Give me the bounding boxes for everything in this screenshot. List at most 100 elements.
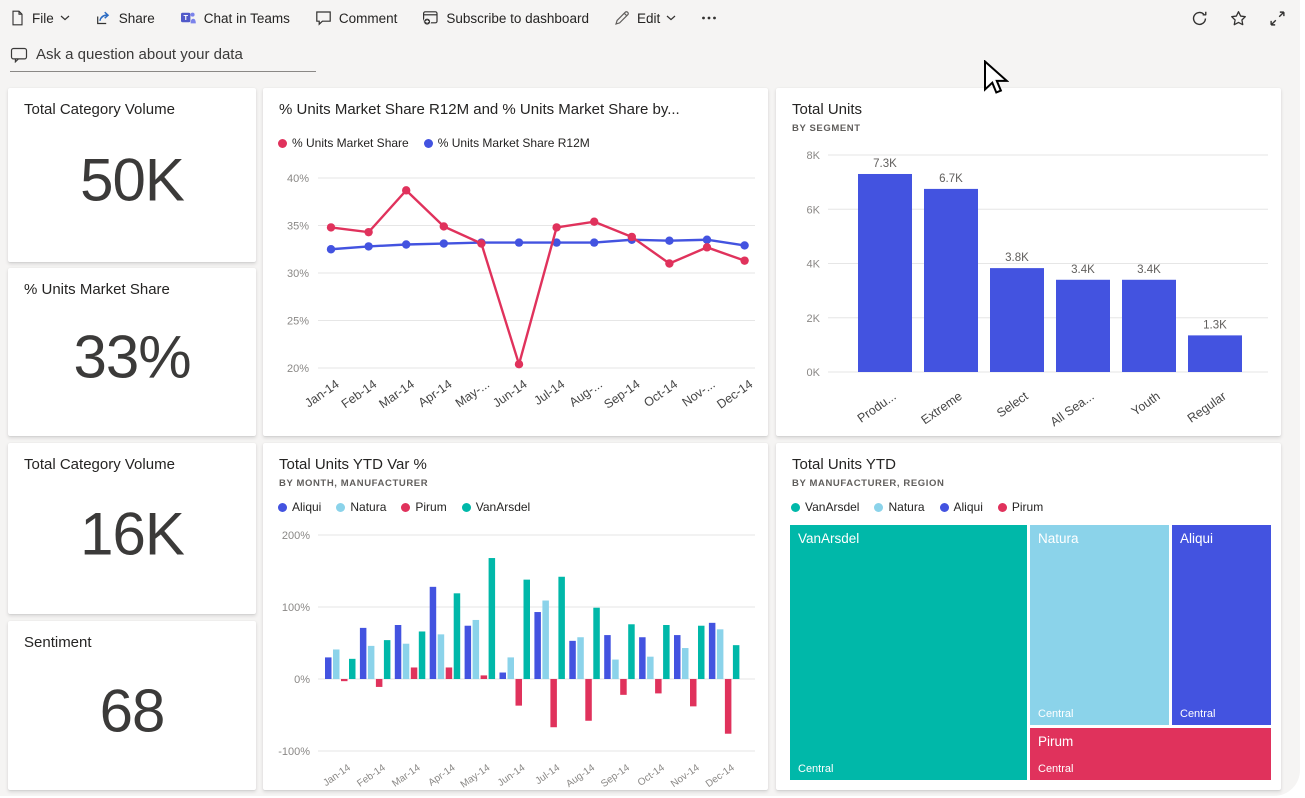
- subscribe-icon: [422, 10, 439, 26]
- grouped-column-chart[interactable]: -100%0%100%200%Jan-14Feb-14Mar-14Apr-14M…: [263, 521, 768, 790]
- treemap-region-label: Central: [1180, 708, 1215, 720]
- chat-in-teams-button[interactable]: T Chat in Teams: [180, 10, 290, 26]
- svg-text:200%: 200%: [282, 530, 310, 542]
- favorite-star-button[interactable]: [1230, 10, 1247, 27]
- treemap-block-label: Aliqui: [1180, 531, 1213, 546]
- svg-text:Produ...: Produ...: [855, 389, 899, 426]
- share-button[interactable]: Share: [95, 10, 155, 26]
- svg-text:6K: 6K: [807, 204, 821, 216]
- subscribe-label: Subscribe to dashboard: [446, 11, 589, 26]
- subscribe-button[interactable]: Subscribe to dashboard: [422, 10, 589, 26]
- svg-text:8K: 8K: [807, 150, 821, 162]
- legend-item-natura[interactable]: Natura: [336, 500, 386, 514]
- treemap-block-natura[interactable]: NaturaCentral: [1029, 524, 1170, 726]
- share-icon: [95, 10, 112, 26]
- svg-text:Nov-14: Nov-14: [669, 762, 702, 790]
- kpi-value: 33%: [8, 323, 256, 392]
- chart-title: Total Units: [792, 101, 862, 118]
- legend-label: VanArsdel: [476, 500, 530, 514]
- legend-item-vanarsdel[interactable]: VanArsdel: [791, 500, 859, 514]
- legend-item-pirum[interactable]: Pirum: [401, 500, 446, 514]
- tile-total-units-by-segment[interactable]: Total Units BY SEGMENT 0K2K4K6K8K7.3KPro…: [776, 88, 1281, 436]
- edit-menu-button[interactable]: Edit: [614, 10, 676, 26]
- svg-text:Apr-14: Apr-14: [427, 762, 458, 788]
- legend-dot: [791, 503, 800, 512]
- svg-text:May-14: May-14: [459, 762, 493, 790]
- toolbar: File Share T Chat in Teams Comment: [0, 0, 1300, 36]
- more-options-button[interactable]: [701, 10, 724, 26]
- treemap-legend: VanArsdel Natura Aliqui Pirum: [791, 500, 1043, 514]
- svg-text:Jun-14: Jun-14: [490, 377, 529, 410]
- tile-total-units-ytd-treemap[interactable]: Total Units YTD BY MANUFACTURER, REGION …: [776, 443, 1281, 790]
- segment-bar-chart[interactable]: 0K2K4K6K8K7.3KProdu...6.7KExtreme3.8KSel…: [776, 136, 1281, 436]
- tile-market-share-line-chart[interactable]: % Units Market Share R12M and % Units Ma…: [263, 88, 768, 436]
- svg-text:Aug-14: Aug-14: [564, 762, 597, 790]
- chat-in-teams-label: Chat in Teams: [204, 11, 290, 26]
- legend-item--units-market-share-r12m[interactable]: % Units Market Share R12M: [424, 136, 590, 150]
- tile-total-category-volume[interactable]: Total Category Volume 50K: [8, 88, 256, 262]
- tile-units-market-share[interactable]: % Units Market Share 33%: [8, 268, 256, 436]
- legend-dot: [336, 503, 345, 512]
- treemap-chart[interactable]: VanArsdelCentralNaturaCentralAliquiCentr…: [789, 524, 1272, 781]
- svg-text:Jul-14: Jul-14: [531, 377, 567, 408]
- legend-dot: [401, 503, 410, 512]
- qa-question-input[interactable]: Ask a question about your data: [10, 46, 316, 72]
- file-menu-button[interactable]: File: [10, 10, 70, 26]
- comment-icon: [315, 10, 332, 26]
- legend-label: Natura: [888, 500, 924, 514]
- chevron-down-icon: [666, 15, 676, 21]
- tile-title: Total Category Volume: [24, 456, 175, 473]
- tile-sentiment[interactable]: Sentiment 68: [8, 621, 256, 790]
- svg-text:Mar-14: Mar-14: [376, 377, 417, 411]
- svg-text:May-...: May-...: [453, 377, 492, 410]
- svg-text:6.7K: 6.7K: [939, 173, 963, 185]
- comment-button[interactable]: Comment: [315, 10, 398, 26]
- treemap-block-vanarsdel[interactable]: VanArsdelCentral: [789, 524, 1028, 781]
- treemap-block-pirum[interactable]: PirumCentral: [1029, 727, 1272, 781]
- ellipsis-icon: [701, 10, 717, 26]
- treemap-block-label: Natura: [1038, 531, 1079, 546]
- treemap-region-label: Central: [798, 763, 833, 775]
- tile-total-units-ytd-var[interactable]: Total Units YTD Var % BY MONTH, MANUFACT…: [263, 443, 768, 790]
- legend-item-natura[interactable]: Natura: [874, 500, 924, 514]
- svg-text:25%: 25%: [287, 316, 309, 328]
- tile-title: Total Category Volume: [24, 101, 175, 118]
- legend-item-aliqui[interactable]: Aliqui: [278, 500, 321, 514]
- legend-item-vanarsdel[interactable]: VanArsdel: [462, 500, 530, 514]
- legend-item--units-market-share[interactable]: % Units Market Share: [278, 136, 409, 150]
- svg-text:100%: 100%: [282, 602, 310, 614]
- legend-label: % Units Market Share: [292, 136, 409, 150]
- svg-text:Feb-14: Feb-14: [355, 762, 388, 789]
- svg-text:Regular: Regular: [1185, 389, 1229, 426]
- teams-icon: T: [180, 10, 197, 26]
- legend-dot: [874, 503, 883, 512]
- tile-total-category-volume-2[interactable]: Total Category Volume 16K: [8, 443, 256, 614]
- legend-dot: [998, 503, 1007, 512]
- svg-text:Dec-14: Dec-14: [714, 377, 755, 412]
- treemap-block-aliqui[interactable]: Aliqui Central: [1171, 524, 1272, 726]
- svg-text:3.8K: 3.8K: [1005, 252, 1029, 264]
- chart-subtitle: BY SEGMENT: [792, 123, 861, 134]
- svg-text:Jun-14: Jun-14: [496, 762, 528, 789]
- legend-dot: [278, 503, 287, 512]
- treemap-region-label: Central: [1038, 763, 1073, 775]
- legend-item-aliqui[interactable]: Aliqui: [940, 500, 983, 514]
- legend-item-pirum[interactable]: Pirum: [998, 500, 1043, 514]
- svg-text:Jan-14: Jan-14: [302, 377, 341, 410]
- legend-label: Pirum: [415, 500, 446, 514]
- svg-text:Sep-14: Sep-14: [599, 762, 632, 790]
- dashboard-canvas: File Share T Chat in Teams Comment: [0, 0, 1300, 796]
- svg-text:Oct-14: Oct-14: [641, 377, 680, 410]
- svg-text:Nov-...: Nov-...: [680, 377, 718, 410]
- fullscreen-expand-button[interactable]: [1269, 10, 1286, 27]
- svg-text:35%: 35%: [287, 221, 309, 233]
- chart-subtitle: BY MANUFACTURER, REGION: [792, 478, 944, 489]
- legend-label: % Units Market Share R12M: [438, 136, 590, 150]
- kpi-value: 50K: [8, 146, 256, 215]
- refresh-button[interactable]: [1191, 10, 1208, 27]
- chart-subtitle: BY MONTH, MANUFACTURER: [279, 478, 428, 489]
- line-chart[interactable]: 20%25%30%35%40%Jan-14Feb-14Mar-14Apr-14M…: [263, 164, 768, 436]
- svg-text:7.3K: 7.3K: [873, 158, 897, 170]
- svg-text:Extreme: Extreme: [919, 389, 965, 427]
- edit-pencil-icon: [614, 10, 630, 26]
